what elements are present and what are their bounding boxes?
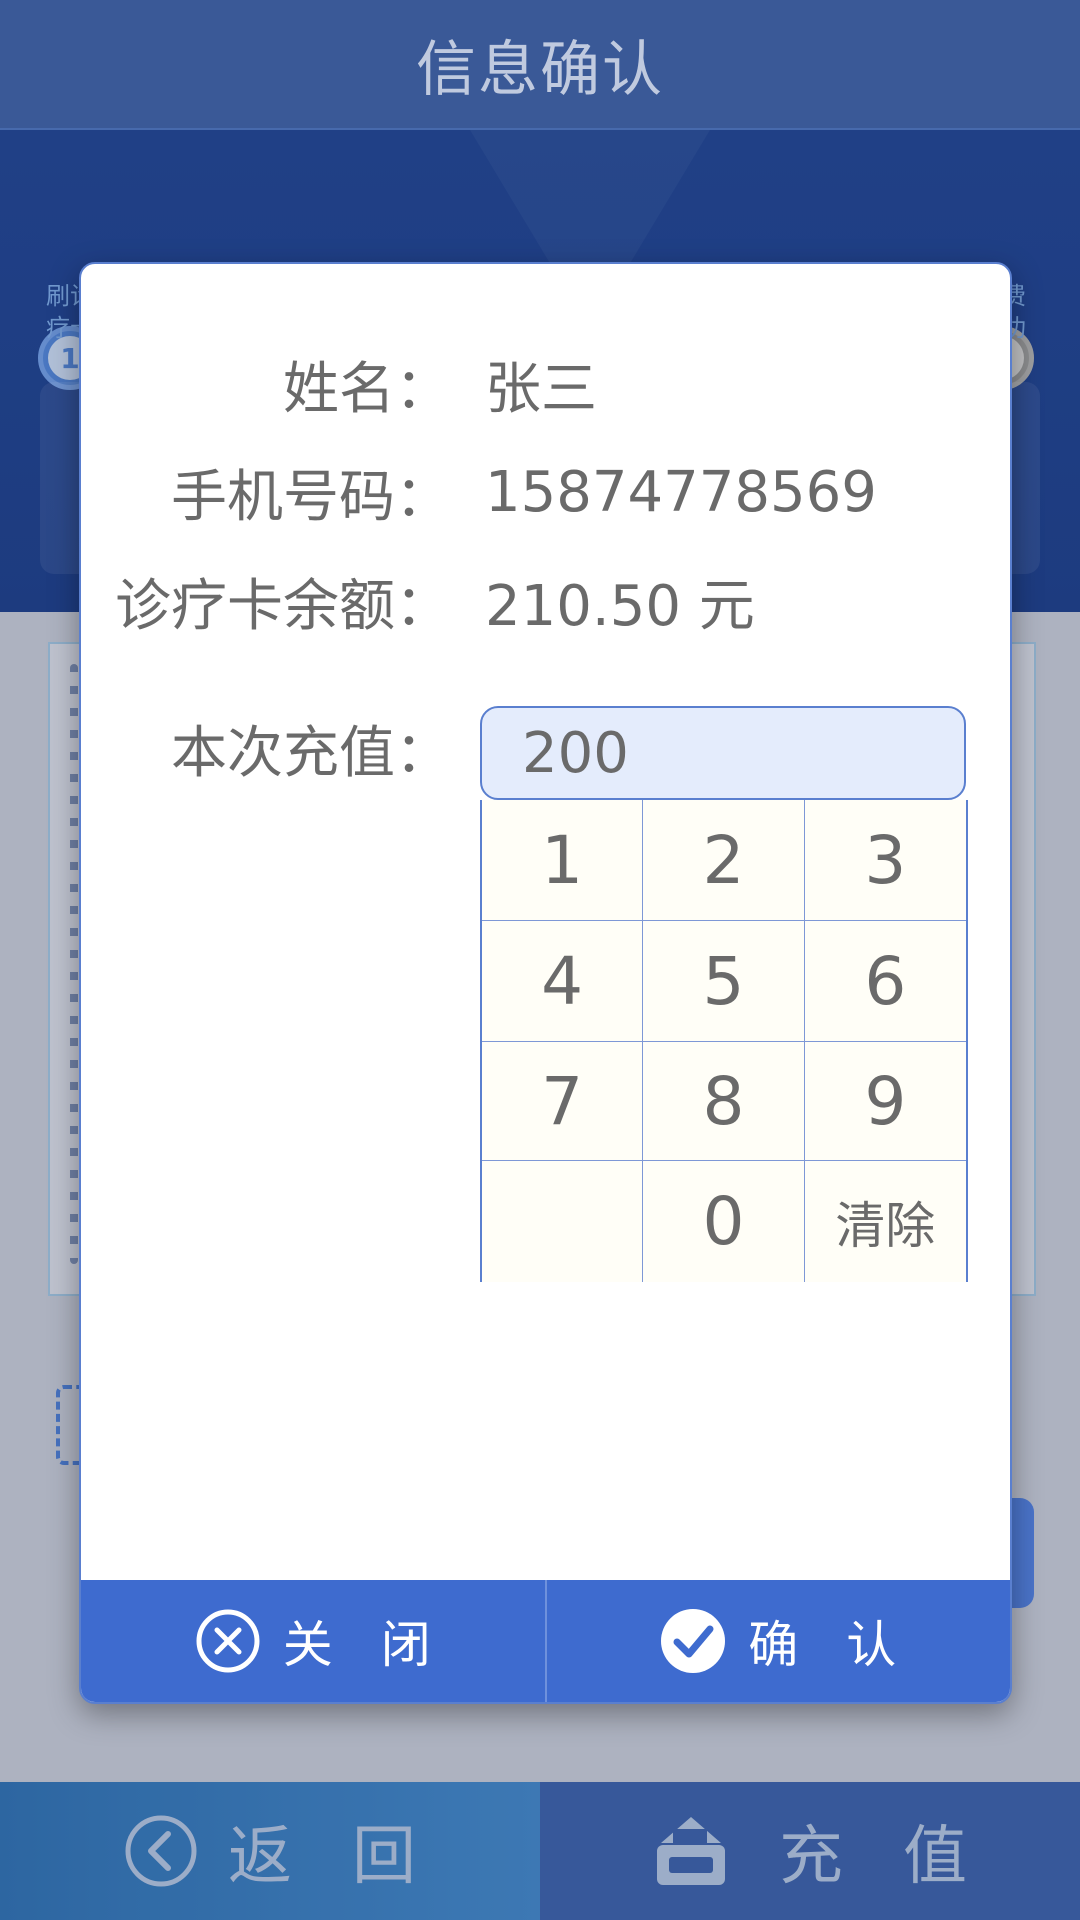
key-8[interactable]: 8: [643, 1042, 805, 1161]
key-3[interactable]: 3: [804, 800, 966, 921]
name-row: 姓名：: [81, 349, 451, 422]
close-label: 关闭: [282, 1616, 479, 1674]
key-6[interactable]: 6: [804, 921, 966, 1042]
confirm-button[interactable]: 确认: [544, 1580, 1011, 1702]
key-4[interactable]: 4: [482, 921, 644, 1042]
numeric-keypad: 1 2 3 4 5 6 7 8 9 0 清除: [480, 800, 968, 1282]
phone-label: 手机号码：: [171, 464, 451, 530]
balance-value: 210.50 元: [485, 573, 755, 639]
dialog-footer: 关闭 确认: [81, 1580, 1010, 1702]
balance-label: 诊疗卡余额：: [115, 573, 451, 639]
key-0[interactable]: 0: [643, 1161, 805, 1282]
confirm-label: 确认: [748, 1616, 945, 1674]
key-blank: [482, 1161, 644, 1282]
close-button[interactable]: 关闭: [81, 1580, 545, 1702]
key-7[interactable]: 7: [482, 1042, 644, 1161]
phone-value: 15874778569: [485, 459, 877, 525]
name-label: 姓名：: [283, 356, 451, 422]
check-icon: [661, 1609, 726, 1673]
key-2[interactable]: 2: [643, 800, 805, 921]
phone-row: 手机号码：: [81, 457, 451, 530]
name-value: 张三: [485, 356, 597, 422]
confirm-dialog: 姓名： 张三 手机号码： 15874778569 诊疗卡余额： 210.50 元…: [79, 262, 1012, 1704]
close-icon: [196, 1609, 260, 1673]
recharge-amount-input[interactable]: 200: [480, 706, 966, 800]
recharge-row: 本次充值：: [81, 713, 451, 786]
key-clear[interactable]: 清除: [804, 1161, 966, 1282]
key-1[interactable]: 1: [482, 800, 644, 921]
key-5[interactable]: 5: [643, 921, 805, 1042]
recharge-amount-label: 本次充值：: [171, 720, 451, 786]
key-9[interactable]: 9: [804, 1042, 966, 1161]
balance-row: 诊疗卡余额：: [81, 566, 451, 639]
